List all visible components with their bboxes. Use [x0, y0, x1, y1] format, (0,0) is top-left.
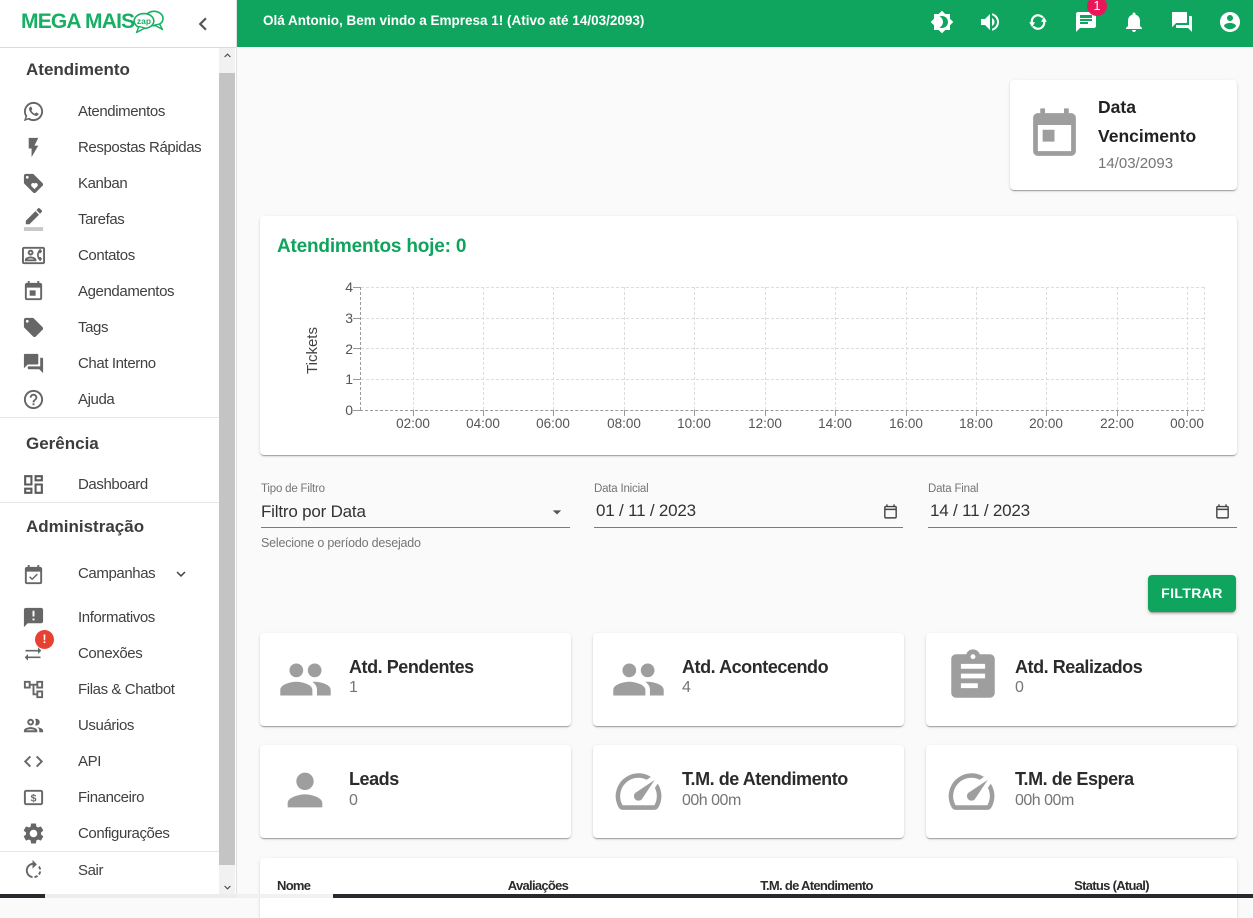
svg-text:$: $ — [31, 792, 37, 804]
svg-text:zap: zap — [137, 16, 151, 26]
